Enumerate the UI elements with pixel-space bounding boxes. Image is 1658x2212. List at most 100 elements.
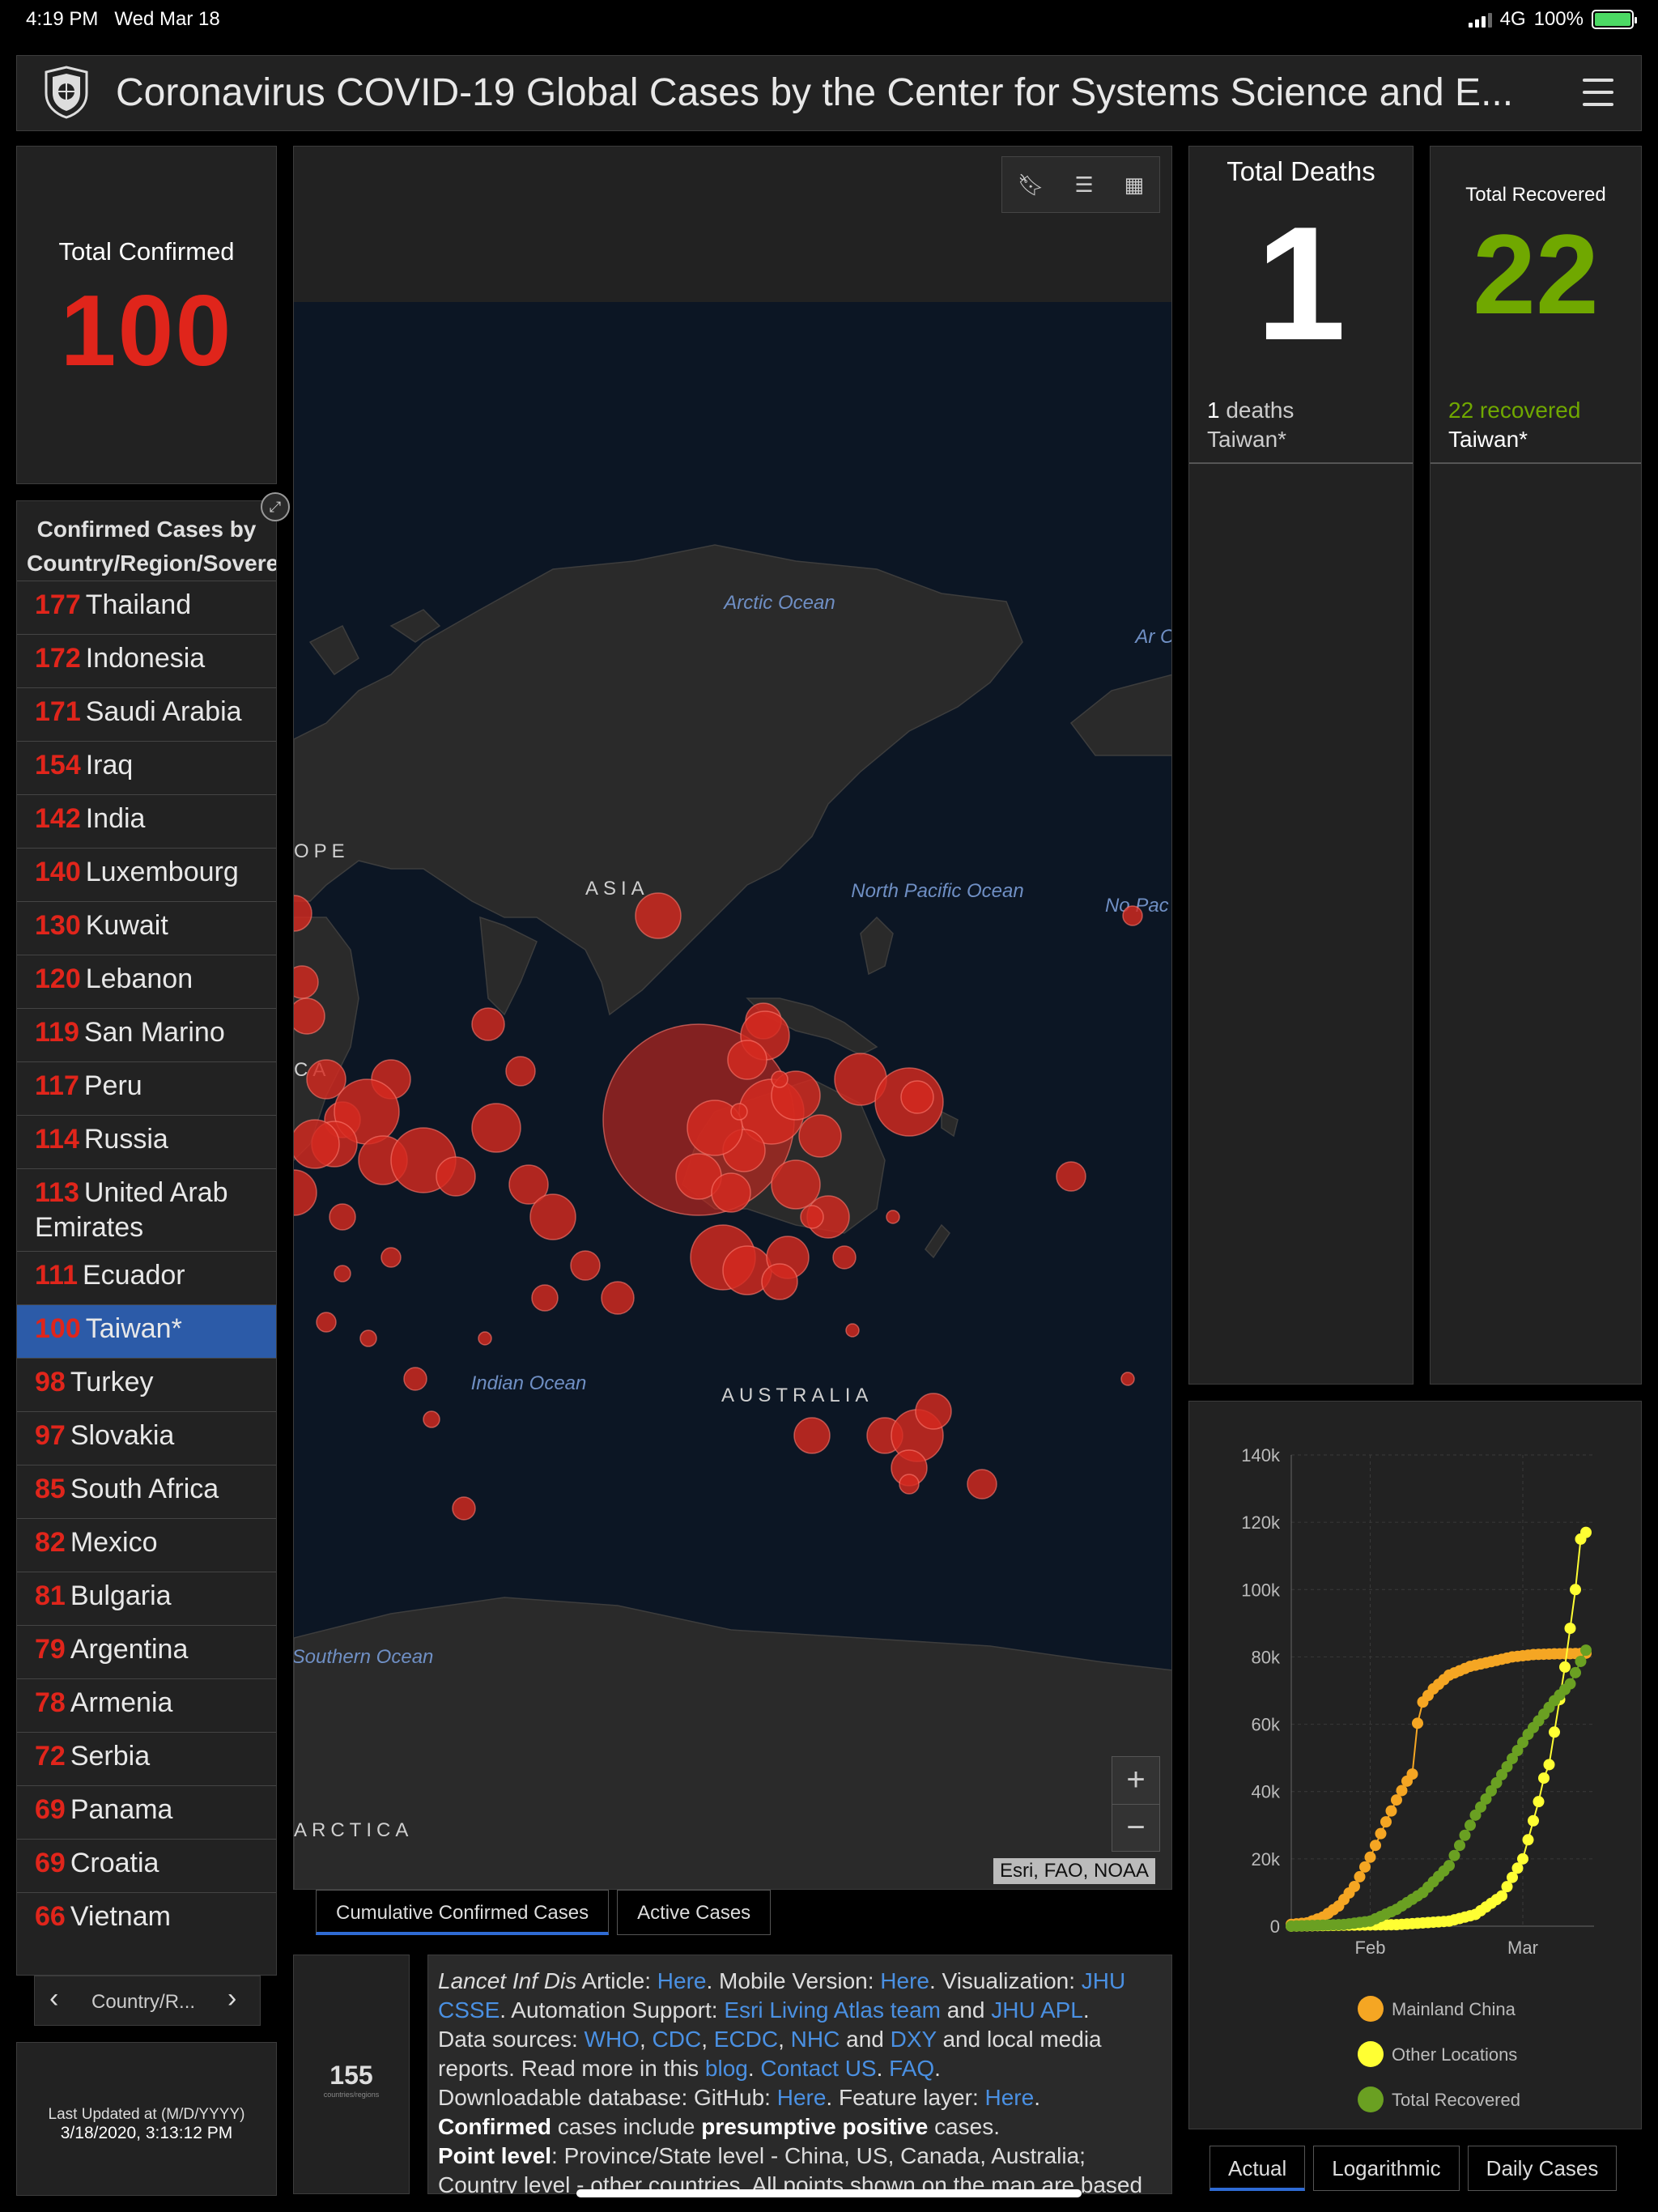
esri-link[interactable]: Esri Living Atlas team: [724, 1997, 941, 2023]
mobile-version-link[interactable]: Here: [880, 1968, 929, 1993]
info-panel: Lancet Inf Dis Article: Here. Mobile Ver…: [427, 1955, 1172, 2194]
country-row[interactable]: 85 South Africa: [17, 1465, 276, 1518]
contact-link[interactable]: Contact US: [760, 2056, 876, 2081]
country-row[interactable]: 78 Armenia: [17, 1678, 276, 1732]
recovered-list-item[interactable]: 22 recovered Taiwan*: [1431, 389, 1641, 464]
deaths-list-item[interactable]: 1 deaths Taiwan*: [1189, 389, 1413, 464]
country-row[interactable]: 119 San Marino: [17, 1008, 276, 1061]
app-header: Coronavirus COVID-19 Global Cases by the…: [16, 55, 1642, 131]
battery-icon: [1592, 10, 1637, 29]
hamburger-menu-icon[interactable]: [1583, 79, 1613, 106]
country-row[interactable]: 142 India: [17, 794, 276, 848]
map-zoom-controls: + −: [1112, 1756, 1160, 1852]
data-point: [1364, 1851, 1376, 1863]
country-row[interactable]: 79 Argentina: [17, 1625, 276, 1678]
country-case-count: 82: [35, 1527, 66, 1558]
data-point: [1580, 1644, 1592, 1657]
data-point: [1517, 1853, 1528, 1865]
map-tools: 🔖︎ ☰ ▦: [1001, 156, 1160, 213]
world-map[interactable]: 🔖︎ ☰ ▦ Arctic Ocean North Pacific Ocean …: [293, 146, 1172, 1890]
country-row[interactable]: 97 Slovakia: [17, 1411, 276, 1465]
country-row[interactable]: 81 Bulgaria: [17, 1572, 276, 1625]
bookmark-icon[interactable]: 🔖︎: [1018, 172, 1044, 198]
country-row[interactable]: 130 Kuwait: [17, 901, 276, 955]
status-bar: 4:19 PM Wed Mar 18 4G 100%: [0, 0, 1658, 40]
country-case-count: 120: [35, 963, 81, 994]
country-row[interactable]: 171 Saudi Arabia: [17, 687, 276, 741]
list-icon[interactable]: ☰: [1075, 172, 1094, 198]
country-case-count: 130: [35, 910, 81, 941]
expand-icon[interactable]: ⤢: [261, 492, 290, 521]
country-row[interactable]: 117 Peru: [17, 1061, 276, 1115]
data-point: [1575, 1655, 1587, 1667]
basemap-gallery-icon[interactable]: ▦: [1124, 172, 1145, 198]
last-updated-value: 3/18/2020, 3:13:12 PM: [60, 2124, 233, 2142]
country-name: South Africa: [70, 1474, 219, 1504]
prev-page-icon[interactable]: ‹: [49, 1984, 67, 2012]
country-row[interactable]: 69 Panama: [17, 1785, 276, 1839]
country-name: Iraq: [85, 750, 134, 781]
feature-layer-link[interactable]: Here: [985, 2085, 1035, 2110]
country-row[interactable]: 98 Turkey: [17, 1358, 276, 1411]
cdc-link[interactable]: CDC: [653, 2027, 702, 2052]
country-case-count: 177: [35, 589, 81, 620]
data-point: [1564, 1623, 1576, 1635]
country-name: Russia: [83, 1124, 168, 1155]
country-case-count: 142: [35, 803, 81, 834]
data-point: [1522, 1834, 1534, 1846]
tab-cumulative-confirmed[interactable]: Cumulative Confirmed Cases: [316, 1890, 610, 1935]
country-case-count: 117: [35, 1070, 79, 1101]
label-australia: AUSTRALIA: [721, 1385, 873, 1406]
country-row[interactable]: 177 Thailand: [17, 581, 276, 634]
tab-logarithmic[interactable]: Logarithmic: [1313, 2146, 1460, 2191]
y-tick-label: 80k: [1252, 1647, 1281, 1667]
country-row[interactable]: 113 United Arab Emirates: [17, 1168, 276, 1251]
country-row[interactable]: 82 Mexico: [17, 1518, 276, 1572]
home-indicator[interactable]: [576, 2189, 1082, 2197]
data-point: [1443, 1860, 1455, 1872]
country-row[interactable]: 66 Vietnam: [17, 1892, 276, 1946]
faq-link[interactable]: FAQ: [889, 2056, 934, 2081]
country-name: Vietnam: [70, 1901, 171, 1932]
data-point: [1448, 1849, 1460, 1861]
country-row[interactable]: 172 Indonesia: [17, 634, 276, 687]
nhc-link[interactable]: NHC: [791, 2027, 840, 2052]
ecdc-link[interactable]: ECDC: [714, 2027, 778, 2052]
lancet-label: Lancet Inf Dis: [438, 1968, 577, 1993]
next-page-icon[interactable]: ›: [227, 1984, 245, 2012]
article-link[interactable]: Here: [657, 1968, 707, 1993]
zoom-out-button[interactable]: −: [1112, 1804, 1159, 1851]
dxy-link[interactable]: DXY: [891, 2027, 937, 2052]
country-row[interactable]: 140 Luxembourg: [17, 848, 276, 901]
jhu-apl-link[interactable]: JHU APL: [991, 1997, 1083, 2023]
country-case-count: 119: [35, 1017, 79, 1048]
zoom-in-button[interactable]: +: [1112, 1757, 1159, 1804]
pager-label[interactable]: Country/R...: [91, 1991, 195, 2014]
country-row[interactable]: 72 Serbia: [17, 1732, 276, 1785]
country-row[interactable]: 100 Taiwan*: [17, 1304, 276, 1358]
country-name: Luxembourg: [85, 857, 239, 887]
country-row[interactable]: 114 Russia: [17, 1115, 276, 1168]
country-row[interactable]: 111 Ecuador: [17, 1251, 276, 1304]
country-name: Croatia: [70, 1848, 159, 1878]
network-label: 4G: [1499, 8, 1526, 30]
blog-link[interactable]: blog: [705, 2056, 748, 2081]
tab-actual[interactable]: Actual: [1209, 2146, 1306, 2191]
map-canvas[interactable]: Arctic Ocean North Pacific Ocean Indian …: [294, 302, 1172, 1890]
country-list-panel: Confirmed Cases by Country/Region/Sovere…: [16, 500, 277, 1976]
who-link[interactable]: WHO: [585, 2027, 640, 2052]
tab-daily-cases[interactable]: Daily Cases: [1467, 2146, 1618, 2191]
data-point: [1543, 1759, 1555, 1771]
country-name: Thailand: [85, 589, 192, 620]
y-tick-label: 140k: [1241, 1445, 1281, 1465]
chart-tabs: Actual Logarithmic Daily Cases: [1209, 2146, 1618, 2191]
tab-active-cases[interactable]: Active Cases: [617, 1890, 772, 1935]
country-name: San Marino: [83, 1017, 225, 1048]
y-tick-label: 0: [1270, 1916, 1280, 1937]
legend-label: Mainland China: [1392, 1999, 1516, 2019]
country-row[interactable]: 154 Iraq: [17, 741, 276, 794]
github-link[interactable]: Here: [777, 2085, 827, 2110]
data-point: [1570, 1666, 1581, 1678]
country-row[interactable]: 69 Croatia: [17, 1839, 276, 1892]
country-row[interactable]: 120 Lebanon: [17, 955, 276, 1008]
